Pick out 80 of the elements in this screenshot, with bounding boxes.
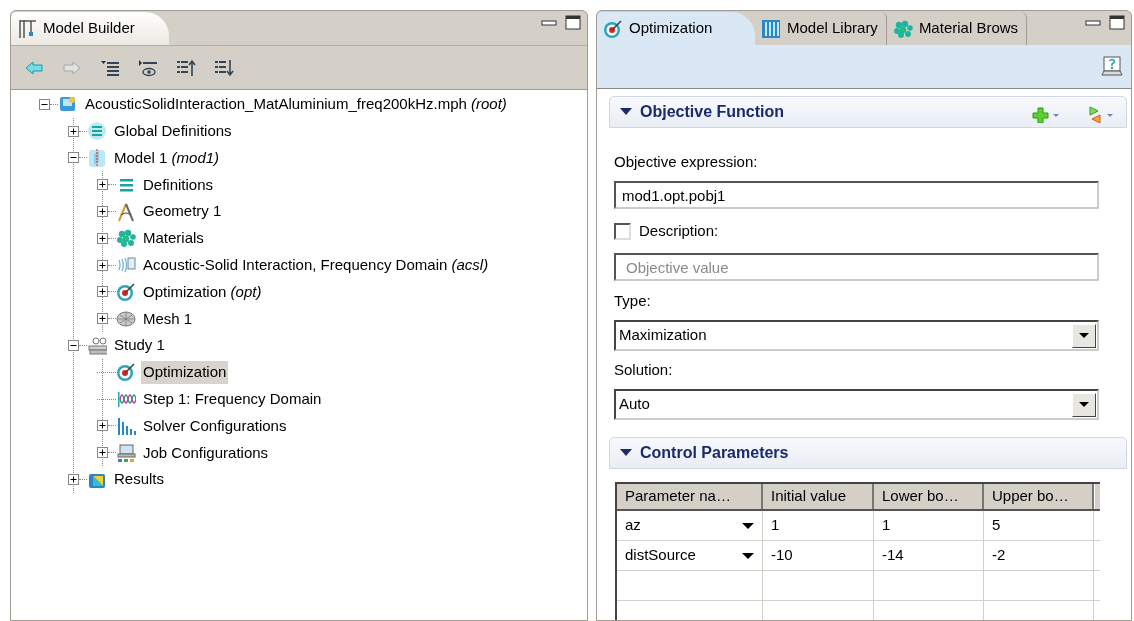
beads-icon [116, 228, 136, 249]
expand-toggle[interactable] [68, 474, 79, 486]
expand-toggle[interactable] [97, 206, 108, 218]
maximize-button[interactable] [1109, 15, 1125, 30]
target-icon [116, 281, 136, 302]
input-field[interactable]: Objective value [614, 253, 1099, 281]
input-field[interactable]: mod1.opt.pobj1 [614, 181, 1099, 209]
tree-item[interactable]: Geometry 1 [141, 200, 224, 223]
mesh-disc-icon [116, 308, 136, 329]
column-header[interactable]: Parameter na… [617, 484, 763, 509]
caret-icon [1079, 333, 1089, 338]
checkbox-label: Description: [639, 220, 719, 241]
caret-icon [1079, 402, 1089, 407]
dropdown[interactable]: Maximization [614, 320, 1099, 351]
table-cell-text: -10 [771, 545, 793, 566]
tree-item[interactable]: Mesh 1 [141, 307, 195, 330]
table-cell-text: -2 [992, 545, 1006, 566]
table-cell-text: 1 [882, 515, 891, 536]
step-bars-icon [116, 415, 136, 436]
table-cell-text: az [625, 515, 641, 536]
library-icon [761, 18, 781, 39]
target-icon [603, 18, 623, 39]
minimize-button[interactable] [541, 17, 557, 28]
model-builder-tab[interactable]: Model Builder [11, 12, 169, 45]
table-cell-text: 1 [771, 515, 780, 536]
model-icon [87, 148, 107, 168]
expand-toggle[interactable] [97, 259, 108, 271]
tree-item[interactable]: Study 1 [112, 334, 167, 357]
tree-item[interactable]: Optimization [141, 361, 229, 384]
minimize-button[interactable] [1085, 17, 1101, 28]
section-header[interactable]: Objective Function [609, 96, 1127, 128]
tree-item[interactable]: AcousticSolidInteraction_MatAluminium_freq200kHz.mph (root) [83, 93, 509, 116]
tree-item[interactable]: Global Definitions [112, 119, 234, 143]
crane-icon [17, 17, 37, 40]
field-label: Solution: [614, 360, 674, 380]
caret-icon[interactable] [742, 522, 754, 529]
section-header[interactable]: Control Parameters [609, 437, 1127, 469]
beads-icon [892, 18, 913, 39]
glasses-books-icon [87, 335, 107, 356]
expand-toggle[interactable] [68, 125, 79, 137]
expand-toggle[interactable] [97, 286, 108, 298]
target-icon [116, 362, 136, 383]
column-header[interactable]: Initial value [763, 484, 874, 509]
expand-toggle[interactable] [97, 420, 108, 432]
field-label: Type: [614, 291, 652, 311]
expand-toggle[interactable] [97, 179, 108, 191]
expand-toggle[interactable] [68, 340, 79, 352]
field-label: Objective expression: [614, 152, 759, 172]
expand-toggle[interactable] [97, 232, 108, 244]
add-button[interactable] [1032, 107, 1060, 123]
panel-tab[interactable]: Optimization [597, 12, 755, 45]
list-icon [87, 121, 107, 142]
tree-item[interactable]: Definitions [141, 173, 216, 197]
tree-item[interactable]: Acoustic-Solid Interaction, Frequency Domain (acsl) [141, 253, 491, 277]
expand-toggle[interactable] [97, 313, 108, 325]
tree-item[interactable]: Materials [141, 227, 206, 250]
column-header[interactable]: Upper bo… [984, 484, 1094, 509]
expand-toggle[interactable] [39, 98, 50, 110]
computer-icon [116, 442, 136, 463]
tree-item[interactable]: Step 1: Frequency Domain [141, 387, 324, 411]
table-cell-text: -14 [882, 545, 904, 566]
compass-icon [116, 201, 136, 222]
expand-toggle[interactable] [97, 447, 108, 459]
tree-item[interactable]: Model 1 (mod1) [112, 146, 222, 170]
tree-item[interactable]: Solver Configurations [141, 414, 289, 438]
tree-item[interactable]: Optimization (opt) [141, 280, 264, 304]
tree-item[interactable]: Job Configurations [141, 441, 271, 464]
help-button[interactable] [1101, 56, 1123, 77]
table-cell-text: 5 [992, 515, 1001, 536]
caret-icon[interactable] [742, 552, 754, 559]
table-cell-text: distSource [625, 545, 696, 566]
dropdown[interactable]: Auto [614, 389, 1099, 420]
tab-label: Model Builder [43, 18, 135, 39]
column-header[interactable]: Lower bo… [874, 484, 984, 509]
run-button[interactable] [1088, 106, 1114, 124]
checkbox[interactable] [614, 222, 631, 240]
maximize-button[interactable] [565, 15, 581, 30]
tree-item[interactable]: Results [112, 468, 167, 491]
wave-icon [116, 389, 136, 410]
expand-toggle[interactable] [68, 152, 79, 164]
